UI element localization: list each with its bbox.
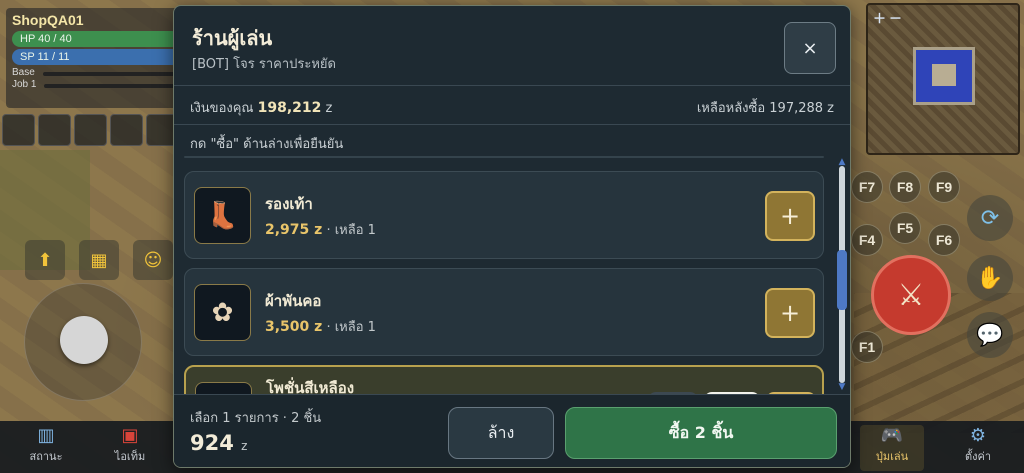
gear-icon: ⚙ [969,425,987,446]
attack-button[interactable]: ⚔ [871,255,951,335]
scroll-up-icon[interactable]: ▲ [837,158,847,167]
fkey-f5[interactable]: F5 [889,212,921,244]
joystick-knob[interactable] [60,316,108,364]
skill-hotbar [2,114,179,146]
zoom-out-icon[interactable]: － [889,8,902,27]
shop-footer: เลือก 1 รายการ · 2 ชิ้น 924 z ล้าง ซื้อ … [174,394,850,467]
character-icon[interactable]: ☺ [133,240,173,280]
plus-icon: + [779,299,801,327]
item-name: รองเท้า [265,195,313,213]
swap-icon[interactable]: ⟳ [967,195,1013,241]
your-money: เงินของคุณ 198,212 z [190,97,332,118]
virtual-joystick[interactable] [24,283,142,401]
hand-icon[interactable]: ✋ [967,255,1013,301]
item-name: โพชั่นสีเหลือง [266,379,355,394]
fkey-f7[interactable]: F7 [851,171,883,203]
hotbar-slot[interactable] [74,114,107,146]
item-meta: 2,975 z · เหลือ 1 [265,219,376,240]
job-level-label: Job 1 [12,79,37,90]
chart-icon: ▥ [37,425,55,446]
nav-settings-label: ตั้งค่า [964,450,992,463]
money-value: 198,212 [257,100,322,116]
scrollbar-thumb[interactable] [837,250,847,310]
buy-button[interactable]: ซื้อ 2 ชิ้น [565,407,837,459]
nav-status-label: สถานะ [29,450,63,463]
shop-title: ร้านผู้เล่น [192,26,273,50]
close-icon: × [802,37,818,59]
fkey-f8[interactable]: F8 [889,171,921,203]
total-unit: z [241,439,248,453]
nav-controls[interactable]: 🎮 ปุ่มเล่น [860,425,924,471]
chat-icon[interactable]: 💬 [967,312,1013,358]
player-status-panel: ShopQA01 HP 40 / 40 SP 11 / 11 Base Job … [6,8,186,108]
hotbar-slot[interactable] [38,114,71,146]
close-button[interactable]: × [784,22,836,74]
add-button[interactable]: + [765,191,815,241]
remaining-after-purchase: เหลือหลังซื้อ 197,288 z [696,101,834,116]
selection-summary: เลือก 1 รายการ · 2 ชิ้น [190,411,322,426]
calculator-icon[interactable]: ▦ [79,240,119,280]
money-label: เงินของคุณ [190,101,254,116]
sp-bar: SP 11 / 11 [12,49,180,65]
list-item[interactable]: 👢 รองเท้า 2,975 z · เหลือ 1 + [184,171,824,259]
total-value: 924 [190,431,234,455]
zoom-in-icon[interactable]: ＋ [873,8,886,27]
fkey-f6[interactable]: F6 [928,224,960,256]
yellow-potion-icon [195,382,252,394]
nav-items[interactable]: ▣ ไอเท็ม [98,425,162,471]
fkey-f4[interactable]: F4 [851,224,883,256]
item-meta: 3,500 z · เหลือ 1 [265,316,376,337]
base-exp-bar [42,72,180,76]
minimap[interactable]: ＋ － [866,3,1020,155]
hotbar-slot[interactable] [110,114,143,146]
item-stock: · เหลือ 1 [326,320,376,335]
shop-item-list[interactable]: 👢 รองเท้า 2,975 z · เหลือ 1 + ✿ ผ้าพันคอ… [174,161,850,394]
list-scrollbar[interactable]: ▲ ▼ [837,158,847,392]
nav-controls-label: ปุ่มเล่น [875,450,909,463]
item-name: ผ้าพันคอ [265,292,322,310]
fkey-f9[interactable]: F9 [928,171,960,203]
crossed-swords-icon: ⚔ [897,277,925,313]
add-button[interactable]: + [765,288,815,338]
item-price: 3,500 z [265,319,323,335]
nav-settings[interactable]: ⚙ ตั้งค่า [946,425,1010,471]
hotbar-slot[interactable] [2,114,35,146]
shop-header: ร้านผู้เล่น [BOT] โจร ราคาประหยัด × [174,6,850,86]
hp-bar: HP 40 / 40 [12,31,180,47]
bag-icon: ▣ [121,425,139,446]
confirm-hint: กด "ซื้อ" ด้านล่างเพื่อยืนยัน [190,137,344,152]
plus-icon: + [779,202,801,230]
gamepad-icon: 🎮 [880,425,904,446]
base-level-row: Base [12,67,180,78]
boots-icon: 👢 [194,187,251,244]
nav-status[interactable]: ▥ สถานะ [14,425,78,471]
clear-button[interactable]: ล้าง [448,407,554,459]
item-stock: · เหลือ 1 [326,223,376,238]
total-price: 924 z [190,431,247,455]
level-up-icon[interactable]: ⬆ [25,240,65,280]
scroll-down-icon[interactable]: ▼ [837,383,847,392]
nav-items-label: ไอเท็ม [114,450,146,463]
shop-subtitle: [BOT] โจร ราคาประหยัด [192,57,336,72]
fkey-f1[interactable]: F1 [851,331,883,363]
minimap-castle [913,47,975,105]
muffler-icon: ✿ [194,284,251,341]
job-exp-bar [44,84,180,88]
player-shop-dialog: ร้านผู้เล่น [BOT] โจร ราคาประหยัด × เงิน… [173,5,851,468]
job-level-row: Job 1 [12,79,180,90]
list-item[interactable]: ✿ ผ้าพันคอ 3,500 z · เหลือ 1 + [184,268,824,356]
money-row: เงินของคุณ 198,212 z เหลือหลังซื้อ 197,2… [174,86,850,125]
base-level-label: Base [12,67,35,78]
list-item-selected[interactable]: โพชั่นสีเหลือง [184,365,824,394]
divider [184,156,824,158]
money-unit: z [325,101,333,116]
item-price: 2,975 z [265,222,323,238]
player-name: ShopQA01 [12,12,84,28]
